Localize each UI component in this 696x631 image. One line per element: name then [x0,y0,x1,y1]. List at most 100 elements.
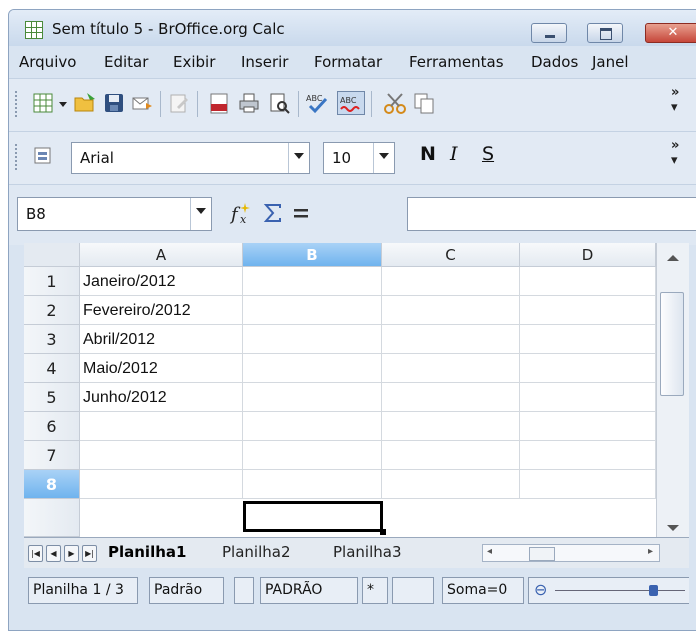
cell-b2[interactable] [243,296,382,325]
cell-c1[interactable] [382,267,520,296]
save-icon[interactable] [102,91,126,115]
new-dropdown-arrow-icon[interactable] [57,91,69,115]
scroll-left-icon[interactable]: ◂ [487,546,492,557]
cell-c3[interactable] [382,325,520,354]
zoom-thumb[interactable] [649,585,658,596]
cell-a2[interactable]: Fevereiro/2012 [80,296,243,325]
email-icon[interactable] [130,91,154,115]
chevron-down-icon[interactable] [288,143,309,173]
zoom-out-icon[interactable]: ⊖ [534,578,547,602]
tab-planilha1[interactable]: Planilha1 [108,540,186,564]
formula-input[interactable] [407,197,696,231]
bold-button[interactable]: N [420,143,436,165]
cell-d3[interactable] [520,325,656,354]
cell-c8[interactable] [382,470,520,499]
toolbar-grip[interactable] [15,91,21,117]
active-cell-cursor[interactable] [243,501,386,535]
toolbar-grip[interactable] [15,144,21,170]
minimize-button[interactable] [531,23,567,43]
row-header[interactable]: 1 [24,267,80,296]
mode-status[interactable]: PADRÃO [260,577,358,604]
column-header-d[interactable]: D [520,243,656,267]
vertical-scrollbar[interactable] [656,243,689,537]
cell-a5[interactable]: Junho/2012 [80,383,243,412]
next-sheet-icon[interactable]: ▶ [64,545,79,562]
sum-icon[interactable] [261,201,285,225]
scroll-down-icon[interactable] [667,525,679,531]
zoom-slider[interactable]: ⊖ [528,577,689,604]
menu-dados[interactable]: Dados [531,53,578,71]
row-header[interactable]: 7 [24,441,80,470]
row-header[interactable]: 6 [24,412,80,441]
export-pdf-icon[interactable] [207,91,231,115]
menu-editar[interactable]: Editar [104,53,148,71]
toolbar-overflow-icon[interactable]: » ▾ [671,138,679,168]
row-header[interactable]: 4 [24,354,80,383]
print-icon[interactable] [237,91,261,115]
row-header-selected[interactable]: 8 [24,470,80,499]
vertical-scroll-thumb[interactable] [660,292,684,396]
autospellcheck-icon[interactable]: ABC [337,91,365,115]
column-header-c[interactable]: C [382,243,520,267]
font-name-combo[interactable]: Arial [71,142,310,174]
scroll-up-icon[interactable] [667,255,679,261]
toolbar-overflow-icon[interactable]: » ▾ [671,85,679,115]
print-preview-icon[interactable] [267,91,291,115]
cell-b5[interactable] [243,383,382,412]
function-wizard-icon[interactable]: fx [229,201,253,226]
cell-d8[interactable] [520,470,656,499]
underline-button[interactable]: S [482,143,494,165]
menu-formatar[interactable]: Formatar [314,53,382,71]
cell-c4[interactable] [382,354,520,383]
cell-c5[interactable] [382,383,520,412]
cell-b6[interactable] [243,412,382,441]
cell-b8[interactable] [243,470,382,499]
sheet-position-status[interactable]: Planilha 1 / 3 [28,577,138,604]
maximize-button[interactable] [587,23,623,43]
cell-c6[interactable] [382,412,520,441]
horizontal-scroll-thumb[interactable] [529,547,555,561]
menu-inserir[interactable]: Inserir [241,53,288,71]
italic-button[interactable]: I [450,143,458,165]
horizontal-scrollbar[interactable]: ◂ ▸ [482,544,660,562]
menu-janela[interactable]: Janel [592,53,629,71]
chevron-down-icon[interactable] [190,198,211,230]
cell-b4[interactable] [243,354,382,383]
menu-arquivo[interactable]: Arquivo [19,53,76,71]
cell-a3[interactable]: Abril/2012 [80,325,243,354]
edit-file-icon[interactable] [167,91,191,115]
cell-a4[interactable]: Maio/2012 [80,354,243,383]
column-header-b[interactable]: B [243,243,382,267]
cell-b1[interactable] [243,267,382,296]
row-header[interactable]: 3 [24,325,80,354]
cell-c7[interactable] [382,441,520,470]
cell-b7[interactable] [243,441,382,470]
cell-a6[interactable] [80,412,243,441]
last-sheet-icon[interactable]: ▶| [82,545,97,562]
select-all-corner[interactable] [24,243,80,267]
row-header-partial[interactable] [24,499,80,537]
previous-sheet-icon[interactable]: ◀ [46,545,61,562]
cut-icon[interactable] [383,91,407,115]
cell-a7[interactable] [80,441,243,470]
styles-icon[interactable] [31,144,55,168]
chevron-down-icon[interactable] [373,143,394,173]
row-header[interactable]: 5 [24,383,80,412]
scroll-right-icon[interactable]: ▸ [648,546,653,557]
menu-exibir[interactable]: Exibir [173,53,215,71]
open-folder-icon[interactable] [73,91,97,115]
cell-d7[interactable] [520,441,656,470]
menu-ferramentas[interactable]: Ferramentas [409,53,504,71]
spellcheck-icon[interactable]: ABC [305,91,329,115]
cell-d6[interactable] [520,412,656,441]
cell-d4[interactable] [520,354,656,383]
column-header-a[interactable]: A [80,243,243,267]
cell-d2[interactable] [520,296,656,325]
first-sheet-icon[interactable]: |◀ [28,545,43,562]
copy-icon[interactable] [412,91,436,115]
tab-planilha2[interactable]: Planilha2 [222,540,291,564]
cell-a1[interactable]: Janeiro/2012 [80,267,243,296]
cell-c2[interactable] [382,296,520,325]
cell-a8[interactable] [80,470,243,499]
cell-d1[interactable] [520,267,656,296]
